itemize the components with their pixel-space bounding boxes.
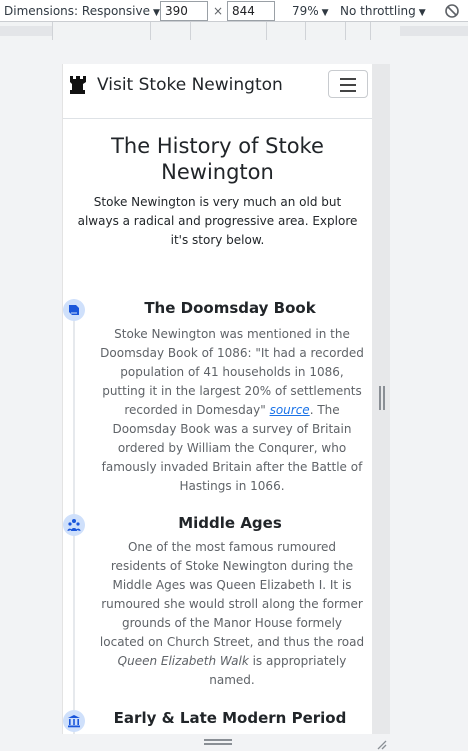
street-name: Queen Elizabeth Walk xyxy=(117,654,249,668)
throttling-label: No throttling xyxy=(340,4,416,18)
dimensions-label: Dimensions: Responsive xyxy=(4,4,150,18)
width-input[interactable]: 390 xyxy=(160,1,208,21)
people-icon xyxy=(63,514,85,536)
chevron-down-icon: ▼ xyxy=(321,8,329,18)
navbar: Visit Stoke Newington xyxy=(63,64,372,119)
times-sign: × xyxy=(213,4,224,18)
hero-section: The History of Stoke Newington Stoke New… xyxy=(63,119,372,250)
timeline-title: Early & Late Modern Period xyxy=(113,709,347,727)
throttling-dropdown[interactable]: No throttling ▼ xyxy=(340,0,426,22)
dimensions-dropdown[interactable]: Dimensions: Responsive ▼ xyxy=(4,0,160,22)
book-icon xyxy=(63,299,85,321)
rook-icon xyxy=(70,76,86,94)
timeline-text: One of the most famous rumoured resident… xyxy=(99,538,365,690)
timeline-text-part: One of the most famous rumoured resident… xyxy=(99,540,365,649)
page-title: The History of Stoke Newington xyxy=(111,134,324,184)
source-link[interactable]: source xyxy=(270,403,310,417)
chevron-down-icon: ▼ xyxy=(152,8,160,18)
menu-toggle-button[interactable] xyxy=(328,70,368,98)
zoom-label: 79% xyxy=(292,4,319,18)
devtools-toolbar: Dimensions: Responsive ▼ 390 × 844 79% ▼ N… xyxy=(0,0,468,22)
timeline-title: Middle Ages xyxy=(178,514,282,532)
rotate-icon[interactable] xyxy=(444,3,460,19)
timeline-title: The Doomsday Book xyxy=(144,299,316,317)
zoom-dropdown[interactable]: 79% ▼ xyxy=(292,0,329,22)
brand-name: Visit Stoke Newington xyxy=(97,75,283,95)
timeline-text: Stoke Newington was mentioned in the Doo… xyxy=(99,325,365,496)
resize-handle-bottom[interactable] xyxy=(204,739,232,745)
device-viewport: Visit Stoke Newington The History of Sto… xyxy=(62,64,372,734)
media-query-bar xyxy=(0,22,468,40)
museum-icon xyxy=(63,710,85,732)
brand-link[interactable]: Visit Stoke Newington xyxy=(69,72,283,98)
resize-handle-right[interactable] xyxy=(379,386,385,410)
chevron-down-icon: ▼ xyxy=(418,8,426,18)
height-input[interactable]: 844 xyxy=(227,1,275,21)
intro-text: Stoke Newington is very much an old but … xyxy=(77,195,358,247)
resize-corner-icon[interactable] xyxy=(375,735,387,750)
